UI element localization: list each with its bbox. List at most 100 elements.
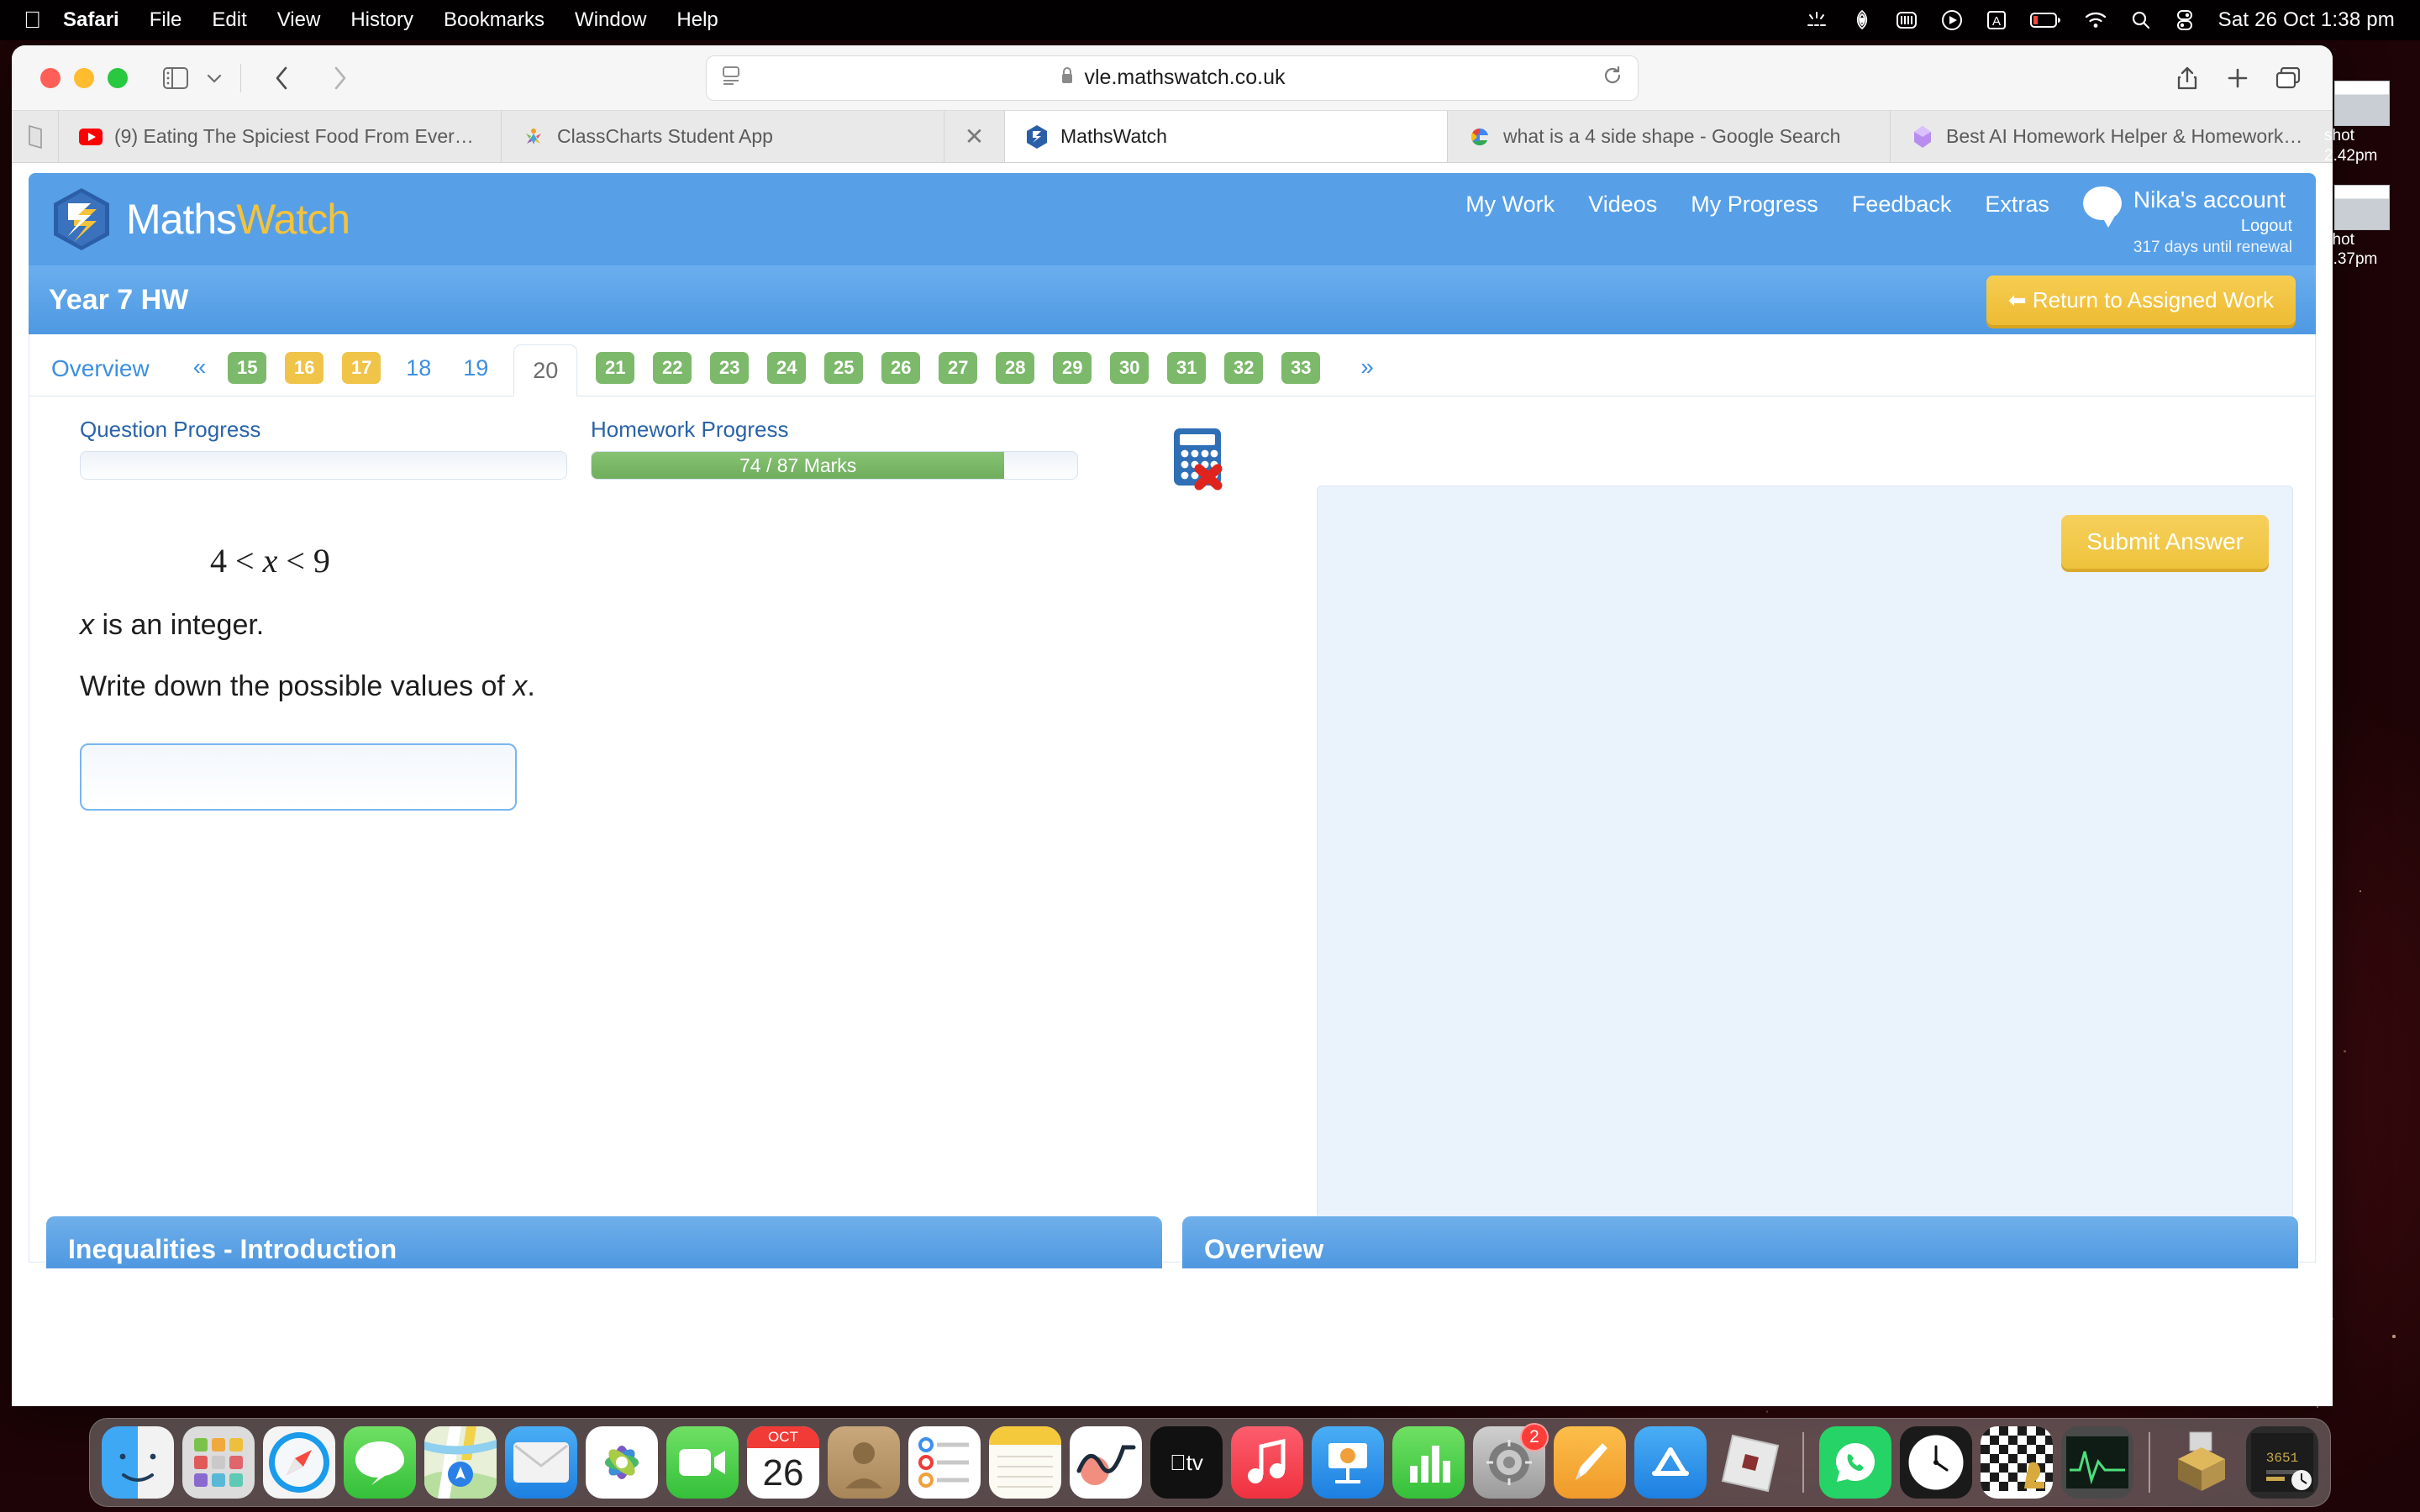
- now-playing-icon[interactable]: [1941, 9, 1963, 31]
- dock-item-app-store[interactable]: [1634, 1426, 1707, 1499]
- site-logo[interactable]: MathsWatch: [52, 187, 350, 251]
- dock-item-maps[interactable]: [424, 1426, 497, 1499]
- apple-menu-icon[interactable]: : [24, 8, 41, 32]
- answer-working-panel[interactable]: Submit Answer: [1317, 486, 2293, 1250]
- menu-item-bookmarks[interactable]: Bookmarks: [444, 8, 544, 32]
- question-tab-20[interactable]: 20: [513, 344, 577, 396]
- question-tab-25[interactable]: 25: [824, 352, 863, 384]
- dock-item-trash[interactable]: 3651: [2246, 1426, 2318, 1499]
- question-tab-15[interactable]: 15: [228, 352, 266, 384]
- menu-item-file[interactable]: File: [150, 8, 182, 32]
- menu-item-edit[interactable]: Edit: [212, 8, 246, 32]
- forward-arrow-icon[interactable]: [320, 60, 359, 96]
- prev-page-arrow[interactable]: «: [193, 354, 229, 396]
- nav-item-my-progress[interactable]: My Progress: [1691, 181, 1818, 218]
- return-to-assigned-work-button[interactable]: ⬅ Return to Assigned Work: [1986, 276, 2296, 325]
- address-bar-url[interactable]: vle.mathswatch.co.uk: [1085, 66, 1286, 90]
- share-icon[interactable]: [2168, 60, 2207, 96]
- sidebar-toggle-icon[interactable]: [156, 60, 195, 96]
- dock-item-whatsapp[interactable]: [1819, 1426, 1891, 1499]
- browser-tab-youtube[interactable]: (9) Eating The Spiciest Food From Every…: [59, 111, 502, 162]
- dock-item-stocks[interactable]: [1070, 1426, 1142, 1499]
- dock-item-downloads-stack[interactable]: [2165, 1426, 2238, 1499]
- spotlight-search-icon[interactable]: [2131, 10, 2151, 30]
- dock-item-keynote[interactable]: [1312, 1426, 1384, 1499]
- browser-tab-ai-homework-helper[interactable]: Best AI Homework Helper & Homework…: [1891, 111, 2333, 162]
- dock-item-activity-monitor[interactable]: [2061, 1426, 2133, 1499]
- menu-item-help[interactable]: Help: [676, 8, 718, 32]
- wifi-icon[interactable]: [2084, 11, 2107, 29]
- panel-overview[interactable]: Overview: [1182, 1216, 2298, 1268]
- screen-time-icon[interactable]: [1896, 10, 1918, 30]
- panel-inequalities-introduction[interactable]: Inequalities - Introduction: [46, 1216, 1162, 1268]
- reload-icon[interactable]: [1602, 66, 1623, 90]
- screenshot-thumbnail[interactable]: [2334, 81, 2390, 126]
- airdrop-icon[interactable]: [1852, 9, 1872, 31]
- nav-item-videos[interactable]: Videos: [1588, 181, 1657, 218]
- question-tab-26[interactable]: 26: [881, 352, 920, 384]
- browser-tab-classcharts[interactable]: ClassCharts Student App: [502, 111, 944, 162]
- dock-item-calendar[interactable]: OCT 26: [747, 1426, 819, 1499]
- dock-item-pages[interactable]: [1554, 1426, 1626, 1499]
- dock-item-system-settings[interactable]: 2: [1473, 1426, 1545, 1499]
- tab-list-handle[interactable]: [12, 111, 59, 162]
- text-input-a-icon[interactable]: A: [1986, 9, 2007, 31]
- question-tab-33[interactable]: 33: [1281, 352, 1320, 384]
- menubar-clock[interactable]: Sat 26 Oct 1:38 pm: [2218, 8, 2395, 32]
- nav-item-extras[interactable]: Extras: [1985, 181, 2049, 218]
- dock-item-mail[interactable]: [505, 1426, 577, 1499]
- next-page-arrow[interactable]: »: [1360, 354, 1374, 396]
- question-tab-30[interactable]: 30: [1110, 352, 1149, 384]
- question-tab-27[interactable]: 27: [939, 352, 977, 384]
- dock-item-safari[interactable]: [263, 1426, 335, 1499]
- dock-item-facetime[interactable]: [666, 1426, 739, 1499]
- account-menu[interactable]: Nika's account Logout 317 days until ren…: [2083, 181, 2292, 257]
- dock-item-music[interactable]: [1231, 1426, 1303, 1499]
- keyboard-brightness-icon[interactable]: [1805, 11, 1828, 29]
- dock-item-launchpad[interactable]: [182, 1426, 255, 1499]
- control-center-icon[interactable]: [2175, 9, 2195, 31]
- menu-item-view[interactable]: View: [277, 8, 321, 32]
- dock-item-notes[interactable]: [989, 1426, 1061, 1499]
- dock-item-clock[interactable]: [1900, 1426, 1972, 1499]
- question-tab-21[interactable]: 21: [596, 352, 634, 384]
- question-tab-23[interactable]: 23: [710, 352, 749, 384]
- question-tab-24[interactable]: 24: [767, 352, 806, 384]
- nav-item-my-work[interactable]: My Work: [1465, 181, 1555, 218]
- dock-item-reminders[interactable]: [908, 1426, 981, 1499]
- answer-input[interactable]: [80, 743, 517, 811]
- dock-item-contacts[interactable]: [828, 1426, 900, 1499]
- menu-item-window[interactable]: Window: [575, 8, 646, 32]
- dock-item-numbers[interactable]: [1392, 1426, 1465, 1499]
- question-tab-17[interactable]: 17: [342, 352, 381, 384]
- new-tab-icon[interactable]: [2218, 60, 2257, 96]
- overview-link[interactable]: Overview: [51, 355, 150, 396]
- address-bar[interactable]: vle.mathswatch.co.uk: [706, 55, 1639, 101]
- logout-link[interactable]: Logout: [2133, 217, 2292, 236]
- back-arrow-icon[interactable]: [263, 60, 302, 96]
- dock-item-finder[interactable]: [102, 1426, 174, 1499]
- dock-item-appletv[interactable]: tv: [1150, 1426, 1223, 1499]
- browser-tab-mathswatch[interactable]: MathsWatch: [1005, 111, 1448, 162]
- chevron-down-icon[interactable]: [195, 60, 234, 96]
- tab-overview-icon[interactable]: [2269, 60, 2307, 96]
- question-tab-32[interactable]: 32: [1224, 352, 1263, 384]
- question-tab-19[interactable]: 19: [456, 352, 495, 384]
- menu-item-safari[interactable]: Safari: [63, 8, 119, 32]
- battery-icon[interactable]: [2030, 12, 2060, 29]
- reader-view-icon[interactable]: [720, 65, 742, 91]
- question-tab-28[interactable]: 28: [996, 352, 1034, 384]
- close-button[interactable]: [40, 68, 60, 88]
- dock-item-photos[interactable]: [586, 1426, 658, 1499]
- minimize-button[interactable]: [74, 68, 94, 88]
- question-tab-22[interactable]: 22: [653, 352, 692, 384]
- question-tab-16[interactable]: 16: [285, 352, 324, 384]
- question-tab-18[interactable]: 18: [399, 352, 438, 384]
- screenshot-thumbnail[interactable]: [2334, 185, 2390, 230]
- dock-item-chess[interactable]: [1981, 1426, 2053, 1499]
- browser-tab-google-search[interactable]: what is a 4 side shape - Google Search: [1448, 111, 1891, 162]
- question-tab-29[interactable]: 29: [1053, 352, 1092, 384]
- maximize-button[interactable]: [108, 68, 128, 88]
- dock-item-roblox[interactable]: [1715, 1426, 1787, 1499]
- question-tab-31[interactable]: 31: [1167, 352, 1206, 384]
